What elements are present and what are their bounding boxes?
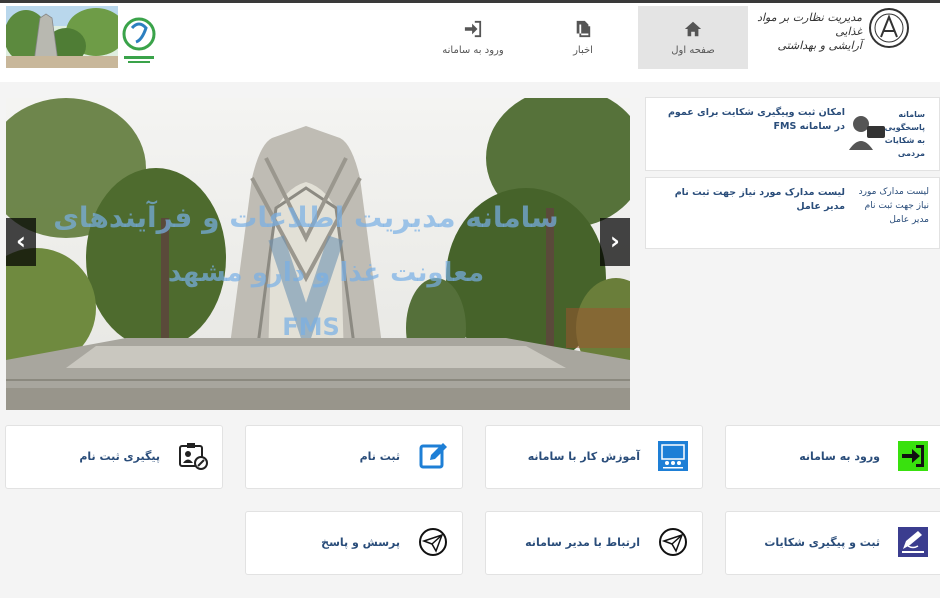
nav-login-label: ورود به سامانه: [442, 44, 504, 56]
tile-faq-label: پرسش و پاسخ: [321, 536, 400, 549]
tile-complaints[interactable]: ثبت و پیگیری شکایات: [725, 511, 940, 575]
nav-login[interactable]: ورود به سامانه: [418, 6, 528, 69]
tile-contact-admin-label: ارتباط با مدیر سامانه: [525, 536, 640, 549]
news-thumbnail: سامانه پاسخگویی به شکایات مردمی: [847, 106, 927, 162]
slide-image: [6, 98, 630, 410]
home-icon: [684, 21, 702, 36]
paper-plane-icon: [659, 528, 687, 556]
image-carousel: سامانه مدیریت اطلاعات و فرآیندهای معاونت…: [6, 98, 630, 410]
tile-track-registration[interactable]: پیگیری ثبت نام: [5, 425, 223, 489]
main-nav: صفحه اول اخبار ورود به سامانه: [418, 6, 748, 69]
news-thumbnail-alt-text: لیست مدارک مورد نیاز جهت ثبت نام مدیر عا…: [858, 187, 929, 225]
carousel-caption-line1: سامانه مدیریت اطلاعات و فرآیندهای: [53, 201, 559, 234]
news-icon: [576, 20, 591, 37]
complaint-icon: [898, 527, 928, 557]
carousel-caption-line2: معاونت غذا و دارو مشهد: [167, 258, 485, 288]
tile-training-label: آموزش کار با سامانه: [527, 450, 640, 463]
tile-contact-admin[interactable]: ارتباط با مدیر سامانه: [485, 511, 703, 575]
carousel-caption-line3: FMS: [282, 313, 340, 341]
carousel-next-button[interactable]: ›: [600, 218, 630, 266]
news-item[interactable]: امکان ثبت وپیگیری شکایت برای عموم در سام…: [645, 97, 940, 171]
edit-icon: [419, 443, 447, 469]
nav-home[interactable]: صفحه اول: [638, 6, 748, 69]
tile-register[interactable]: ثبت نام: [245, 425, 463, 489]
login-icon: [464, 20, 482, 37]
brand-line-1: مدیریت نظارت بر مواد غذایی: [757, 11, 862, 38]
id-card-icon: [179, 443, 208, 470]
news-item[interactable]: لیست مدارک مورد نیاز جهت ثبت نام مدیر عا…: [645, 177, 940, 249]
university-emblem-icon: [869, 8, 909, 48]
brand-logo: مدیریت نظارت بر مواد غذایی آرایشی و بهدا…: [750, 7, 910, 52]
brand-line-2: آرایشی و بهداشتی: [777, 39, 862, 52]
qa-icon: [419, 528, 447, 556]
nav-home-label: صفحه اول: [671, 44, 715, 56]
tile-complaints-label: ثبت و پیگیری شکایات: [764, 536, 880, 549]
ministry-logo: [6, 6, 162, 68]
login-arrow-icon: [898, 441, 928, 471]
tile-login[interactable]: ورود به سامانه: [725, 425, 940, 489]
nav-news[interactable]: اخبار: [528, 6, 638, 69]
news-title[interactable]: امکان ثبت وپیگیری شکایت برای عموم در سام…: [655, 106, 845, 134]
tile-faq[interactable]: پرسش و پاسخ: [245, 511, 463, 575]
carousel-prev-button[interactable]: ‹: [6, 218, 36, 266]
brand-text: مدیریت نظارت بر مواد غذایی آرایشی و بهدا…: [742, 11, 862, 53]
training-icon: [658, 441, 688, 471]
tile-register-label: ثبت نام: [359, 450, 400, 463]
header: صفحه اول اخبار ورود به سامانه مدیریت نظا…: [0, 0, 940, 82]
tile-training[interactable]: آموزش کار با سامانه: [485, 425, 703, 489]
news-thumbnail-text: سامانه پاسخگویی به شکایات مردمی: [884, 110, 925, 158]
nav-news-label: اخبار: [573, 44, 593, 56]
tile-track-registration-label: پیگیری ثبت نام: [79, 450, 160, 463]
tile-login-label: ورود به سامانه: [799, 450, 880, 463]
news-title[interactable]: لیست مدارک مورد نیاز جهت ثبت نام مدیر عا…: [655, 186, 845, 214]
